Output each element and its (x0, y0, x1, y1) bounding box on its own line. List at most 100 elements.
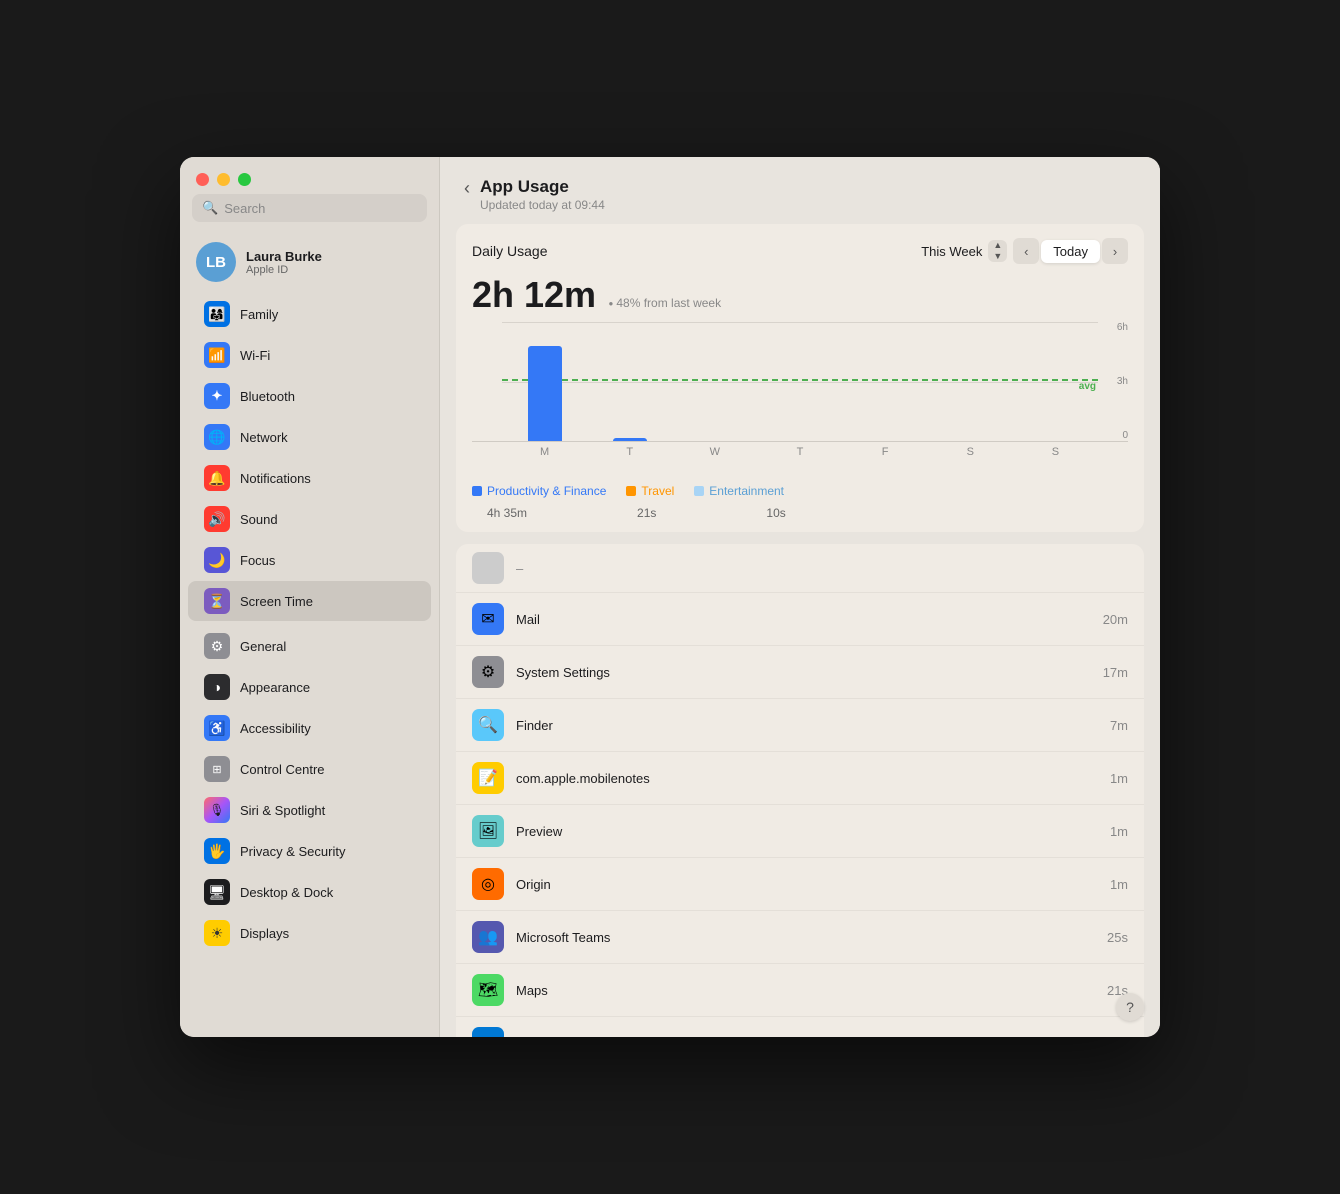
app-row-onedrive[interactable]: ☁ OneDrive 4s (456, 1017, 1144, 1037)
notifications-icon: 🔔 (204, 465, 230, 491)
help-button[interactable]: ? (1116, 993, 1144, 1021)
sidebar-item-controlcentre[interactable]: ⊞ Control Centre (188, 749, 431, 789)
desktopdock-icon: 🖥 (204, 879, 230, 905)
nav-next-button[interactable]: › (1102, 238, 1128, 264)
siri-icon: 🎙 (204, 797, 230, 823)
legend-val-productivity: 4h 35m (487, 506, 527, 520)
today-button[interactable]: Today (1041, 240, 1100, 263)
usage-header: Daily Usage This Week ▲ ▼ ‹ Today › (456, 224, 1144, 274)
sidebar-item-screentime[interactable]: ⏳ Screen Time (188, 581, 431, 621)
page-subtitle: Updated today at 09:44 (480, 198, 605, 212)
app-row-mail[interactable]: ✉ Mail 20m (456, 593, 1144, 646)
legend-dot-travel (626, 486, 636, 496)
avatar: LB (196, 242, 236, 282)
sidebar-label-displays: Displays (240, 926, 289, 941)
usage-card: Daily Usage This Week ▲ ▼ ‹ Today › (456, 224, 1144, 532)
sidebar-label-bluetooth: Bluetooth (240, 389, 295, 404)
day-label-t2: T (783, 446, 817, 458)
sidebar-label-desktopdock: Desktop & Dock (240, 885, 333, 900)
app-row-maps[interactable]: 🗺 Maps 21s (456, 964, 1144, 1017)
day-label-s1: S (953, 446, 987, 458)
nav-prev-button[interactable]: ‹ (1013, 238, 1039, 264)
app-icon-onedrive: ☁ (472, 1027, 504, 1037)
sidebar-label-siri: Siri & Spotlight (240, 803, 325, 818)
day-label-s2: S (1038, 446, 1072, 458)
stepper-down[interactable]: ▼ (988, 251, 1007, 262)
period-stepper[interactable]: ▲ ▼ (988, 240, 1007, 262)
app-row-systemsettings[interactable]: ⚙ System Settings 17m (456, 646, 1144, 699)
app-row-teams[interactable]: 👥 Microsoft Teams 25s (456, 911, 1144, 964)
sidebar-label-focus: Focus (240, 553, 275, 568)
sidebar-label-sound: Sound (240, 512, 278, 527)
stepper-up[interactable]: ▲ (988, 240, 1007, 251)
family-icon: 👨‍👩‍👧 (204, 301, 230, 327)
app-time-origin: 1m (1110, 877, 1128, 892)
sidebar-item-bluetooth[interactable]: ✦ Bluetooth (188, 376, 431, 416)
sidebar-item-family[interactable]: 👨‍👩‍👧 Family (188, 294, 431, 334)
legend-label-travel: Travel (641, 484, 674, 498)
close-button[interactable] (196, 173, 209, 186)
usage-time-row: 2h 12m 48% from last week (456, 274, 1144, 322)
sidebar-section-settings: ⚙ General ◑ Appearance ♿ Accessibility ⊞… (180, 626, 439, 954)
day-label-f: F (868, 446, 902, 458)
legend-label-productivity: Productivity & Finance (487, 484, 606, 498)
sidebar-item-displays[interactable]: ☀ Displays (188, 913, 431, 953)
app-time-systemsettings: 17m (1103, 665, 1128, 680)
day-label-m: M (528, 446, 562, 458)
app-name-notes: com.apple.mobilenotes (516, 771, 1098, 786)
chart-bars (502, 322, 1098, 441)
sidebar-item-network[interactable]: 🌐 Network (188, 417, 431, 457)
app-row-preview[interactable]: 🖼 Preview 1m (456, 805, 1144, 858)
app-name-finder: Finder (516, 718, 1098, 733)
search-icon: 🔍 (202, 200, 218, 216)
legend-value-entertainment: 10s (766, 506, 785, 520)
app-icon-origin: ◎ (472, 868, 504, 900)
sidebar-item-general[interactable]: ⚙ General (188, 626, 431, 666)
search-bar[interactable]: 🔍 (192, 194, 427, 222)
main-panel: ‹ App Usage Updated today at 09:44 Daily… (440, 157, 1160, 1037)
bar-chart: avg 6h 3h 0 (472, 322, 1128, 442)
sidebar-label-appearance: Appearance (240, 680, 310, 695)
app-time-finder: 7m (1110, 718, 1128, 733)
app-icon-teams: 👥 (472, 921, 504, 953)
y-label-6h: 6h (1100, 322, 1128, 333)
profile-subtitle: Apple ID (246, 264, 322, 276)
accessibility-icon: ♿ (204, 715, 230, 741)
sidebar-item-focus[interactable]: 🌙 Focus (188, 540, 431, 580)
legend-val-entertainment: 10s (766, 506, 785, 520)
app-row-origin[interactable]: ◎ Origin 1m (456, 858, 1144, 911)
page-title-area: App Usage Updated today at 09:44 (480, 177, 605, 212)
maximize-button[interactable] (238, 173, 251, 186)
truncated-icon (472, 552, 504, 584)
chart-legend: Productivity & Finance Travel Entertainm… (456, 474, 1144, 506)
sidebar-label-network: Network (240, 430, 288, 445)
sidebar-item-desktopdock[interactable]: 🖥 Desktop & Dock (188, 872, 431, 912)
app-row-finder[interactable]: 🔍 Finder 7m (456, 699, 1144, 752)
app-icon-mail: ✉ (472, 603, 504, 635)
bluetooth-icon: ✦ (204, 383, 230, 409)
app-time-onedrive: 4s (1114, 1036, 1128, 1038)
sidebar-item-wifi[interactable]: 📶 Wi-Fi (188, 335, 431, 375)
sidebar-item-appearance[interactable]: ◑ Appearance (188, 667, 431, 707)
x-axis-labels: M T W T F S S (472, 442, 1128, 458)
main-window: 🔍 LB Laura Burke Apple ID 👨‍👩‍👧 Family 📶… (180, 157, 1160, 1037)
period-label: This Week (921, 244, 982, 259)
sidebar-item-privacy[interactable]: 🖐 Privacy & Security (188, 831, 431, 871)
profile-item[interactable]: LB Laura Burke Apple ID (180, 234, 439, 290)
sidebar-item-notifications[interactable]: 🔔 Notifications (188, 458, 431, 498)
search-input[interactable] (224, 201, 417, 216)
sidebar-section-main: 👨‍👩‍👧 Family 📶 Wi-Fi ✦ Bluetooth 🌐 Netwo… (180, 294, 439, 622)
app-icon-systemsettings: ⚙ (472, 656, 504, 688)
minimize-button[interactable] (217, 173, 230, 186)
sidebar-item-accessibility[interactable]: ♿ Accessibility (188, 708, 431, 748)
back-button[interactable]: ‹ (464, 179, 470, 197)
sidebar-label-accessibility: Accessibility (240, 721, 311, 736)
sidebar-item-sound[interactable]: 🔊 Sound (188, 499, 431, 539)
sidebar-item-siri[interactable]: 🎙 Siri & Spotlight (188, 790, 431, 830)
sidebar-label-screentime: Screen Time (240, 594, 313, 609)
legend-productivity: Productivity & Finance (472, 484, 606, 498)
app-time-mail: 20m (1103, 612, 1128, 627)
legend-values: 4h 35m 21s 10s (456, 506, 1144, 532)
app-row-notes[interactable]: 📝 com.apple.mobilenotes 1m (456, 752, 1144, 805)
legend-label-entertainment: Entertainment (709, 484, 784, 498)
